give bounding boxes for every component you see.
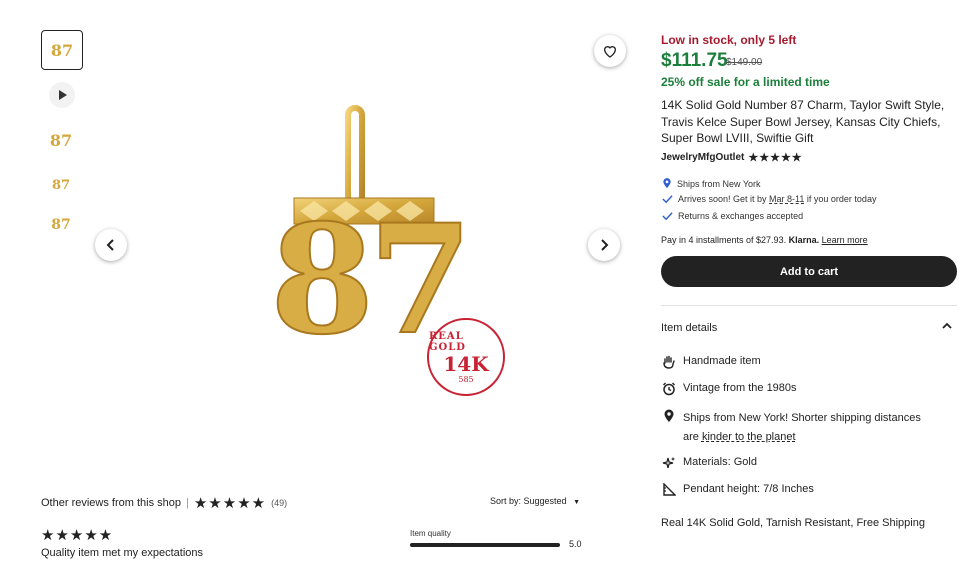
returns-row: Returns & exchanges accepted	[662, 211, 803, 221]
item-quality-label: Item quality	[410, 529, 451, 538]
add-to-cart-button[interactable]: Add to cart	[661, 256, 957, 287]
sale-price: $111.75	[661, 50, 728, 71]
video-play-button[interactable]	[49, 82, 75, 108]
chevron-left-icon	[106, 239, 114, 251]
checkmark-icon	[662, 195, 673, 204]
thumbnail-1[interactable]: 87	[41, 30, 83, 70]
arrival-text: Arrives soon! Get it by Mar 8-11 if you …	[678, 194, 876, 204]
item-details-heading[interactable]: Item details	[661, 322, 717, 334]
seal-top-text: REAL GOLD	[429, 330, 466, 353]
divider	[661, 305, 957, 306]
detail-handmade-text: Handmade item	[683, 355, 761, 367]
ships-from-text: Ships from New York	[677, 178, 761, 189]
thumbnail-3[interactable]: 87	[41, 165, 81, 205]
listing-title: 14K Solid Gold Number 87 Charm, Taylor S…	[661, 98, 945, 145]
location-pin-icon	[663, 178, 671, 189]
shop-reviews-stars: ★★★★★	[193, 495, 267, 512]
sort-dropdown[interactable]: Sort by: Suggested ▼	[490, 496, 580, 506]
detail-handmade: Handmade item	[662, 355, 761, 369]
klarna-learn-more-link[interactable]: Learn more	[822, 235, 868, 245]
detail-vintage: Vintage from the 1980s	[662, 382, 797, 396]
caret-down-icon: ▼	[573, 499, 581, 506]
item-quality-value: 5.0	[569, 539, 582, 549]
detail-ships-text: Ships from New York! Shorter shipping di…	[683, 409, 921, 447]
klarna-brand: Klarna.	[788, 235, 820, 245]
ruler-icon	[662, 483, 676, 497]
klarna-installments: Pay in 4 installments of $27.93. Klarna.…	[661, 235, 868, 245]
sparkle-icon	[662, 456, 676, 470]
thumbnail-2-label: 87	[49, 130, 73, 150]
item-description: Real 14K Solid Gold, Tarnish Resistant, …	[661, 517, 925, 529]
shop-rating-stars: ★★★★★	[748, 152, 803, 164]
kinder-to-the-planet-link[interactable]: kinder to the planet	[702, 431, 796, 443]
favorite-button[interactable]	[594, 35, 626, 67]
sale-text: 25% off sale for a limited time	[661, 75, 830, 89]
detail-materials-text: Materials: Gold	[683, 456, 757, 468]
shop-reviews-header: Other reviews from this shop | ★★★★★ (49…	[41, 494, 287, 512]
shop-reviews-count: (49)	[271, 498, 288, 508]
thumbnail-4-label: 87	[51, 217, 71, 233]
heart-icon	[603, 46, 617, 58]
alarm-clock-icon	[662, 382, 676, 396]
shop-info: JewelryMfgOutlet ★★★★★	[661, 151, 803, 164]
shop-name-link[interactable]: JewelryMfgOutlet	[661, 152, 744, 163]
detail-height: Pendant height: 7/8 Inches	[662, 483, 814, 497]
detail-ships-line1: Ships from New York! Shorter shipping di…	[683, 412, 921, 424]
thumbnail-4[interactable]: 87	[41, 205, 81, 245]
thumbnail-1-label: 87	[50, 40, 74, 60]
chevron-right-icon	[601, 239, 609, 251]
hand-icon	[662, 355, 676, 369]
ships-from-row: Ships from New York	[662, 178, 761, 189]
sort-label: Sort by: Suggested	[490, 496, 567, 506]
play-icon	[59, 90, 67, 100]
review-text: Quality item met my expectations	[41, 547, 204, 559]
arrival-suffix: if you order today	[804, 194, 877, 204]
stock-status: Low in stock, only 5 left	[661, 33, 797, 47]
returns-text: Returns & exchanges accepted	[678, 211, 804, 221]
detail-ships: Ships from New York! Shorter shipping di…	[662, 409, 921, 447]
next-image-button[interactable]	[588, 229, 620, 261]
previous-image-button[interactable]	[95, 229, 127, 261]
thumbnail-3-label: 87	[51, 177, 71, 193]
real-gold-seal: REAL GOLD 14K 585	[427, 318, 505, 396]
klarna-text: Pay in 4 installments of $27.93.	[661, 235, 787, 245]
detail-height-text: Pendant height: 7/8 Inches	[683, 483, 814, 495]
arrival-row: Arrives soon! Get it by Mar 8-11 if you …	[662, 194, 876, 204]
thumbnail-2[interactable]: 87	[41, 120, 81, 160]
location-pin-icon	[662, 409, 676, 423]
chevron-up-icon[interactable]	[942, 322, 952, 333]
arrival-dates-link[interactable]: Mar 8-11	[769, 194, 804, 204]
review-stars: ★★★★★	[41, 527, 114, 544]
arrival-prefix: Arrives soon! Get it by	[678, 194, 770, 204]
detail-vintage-text: Vintage from the 1980s	[683, 382, 797, 394]
detail-materials: Materials: Gold	[662, 456, 757, 470]
checkmark-icon	[662, 212, 673, 221]
seal-middle-text: 14K	[443, 351, 489, 376]
seal-bottom-text: 585	[458, 374, 474, 384]
separator: |	[186, 497, 189, 509]
original-price: $149.00	[726, 57, 763, 68]
item-quality-bar	[410, 543, 560, 547]
detail-ships-line2-prefix: are	[683, 431, 702, 443]
shop-reviews-heading: Other reviews from this shop	[41, 497, 181, 509]
